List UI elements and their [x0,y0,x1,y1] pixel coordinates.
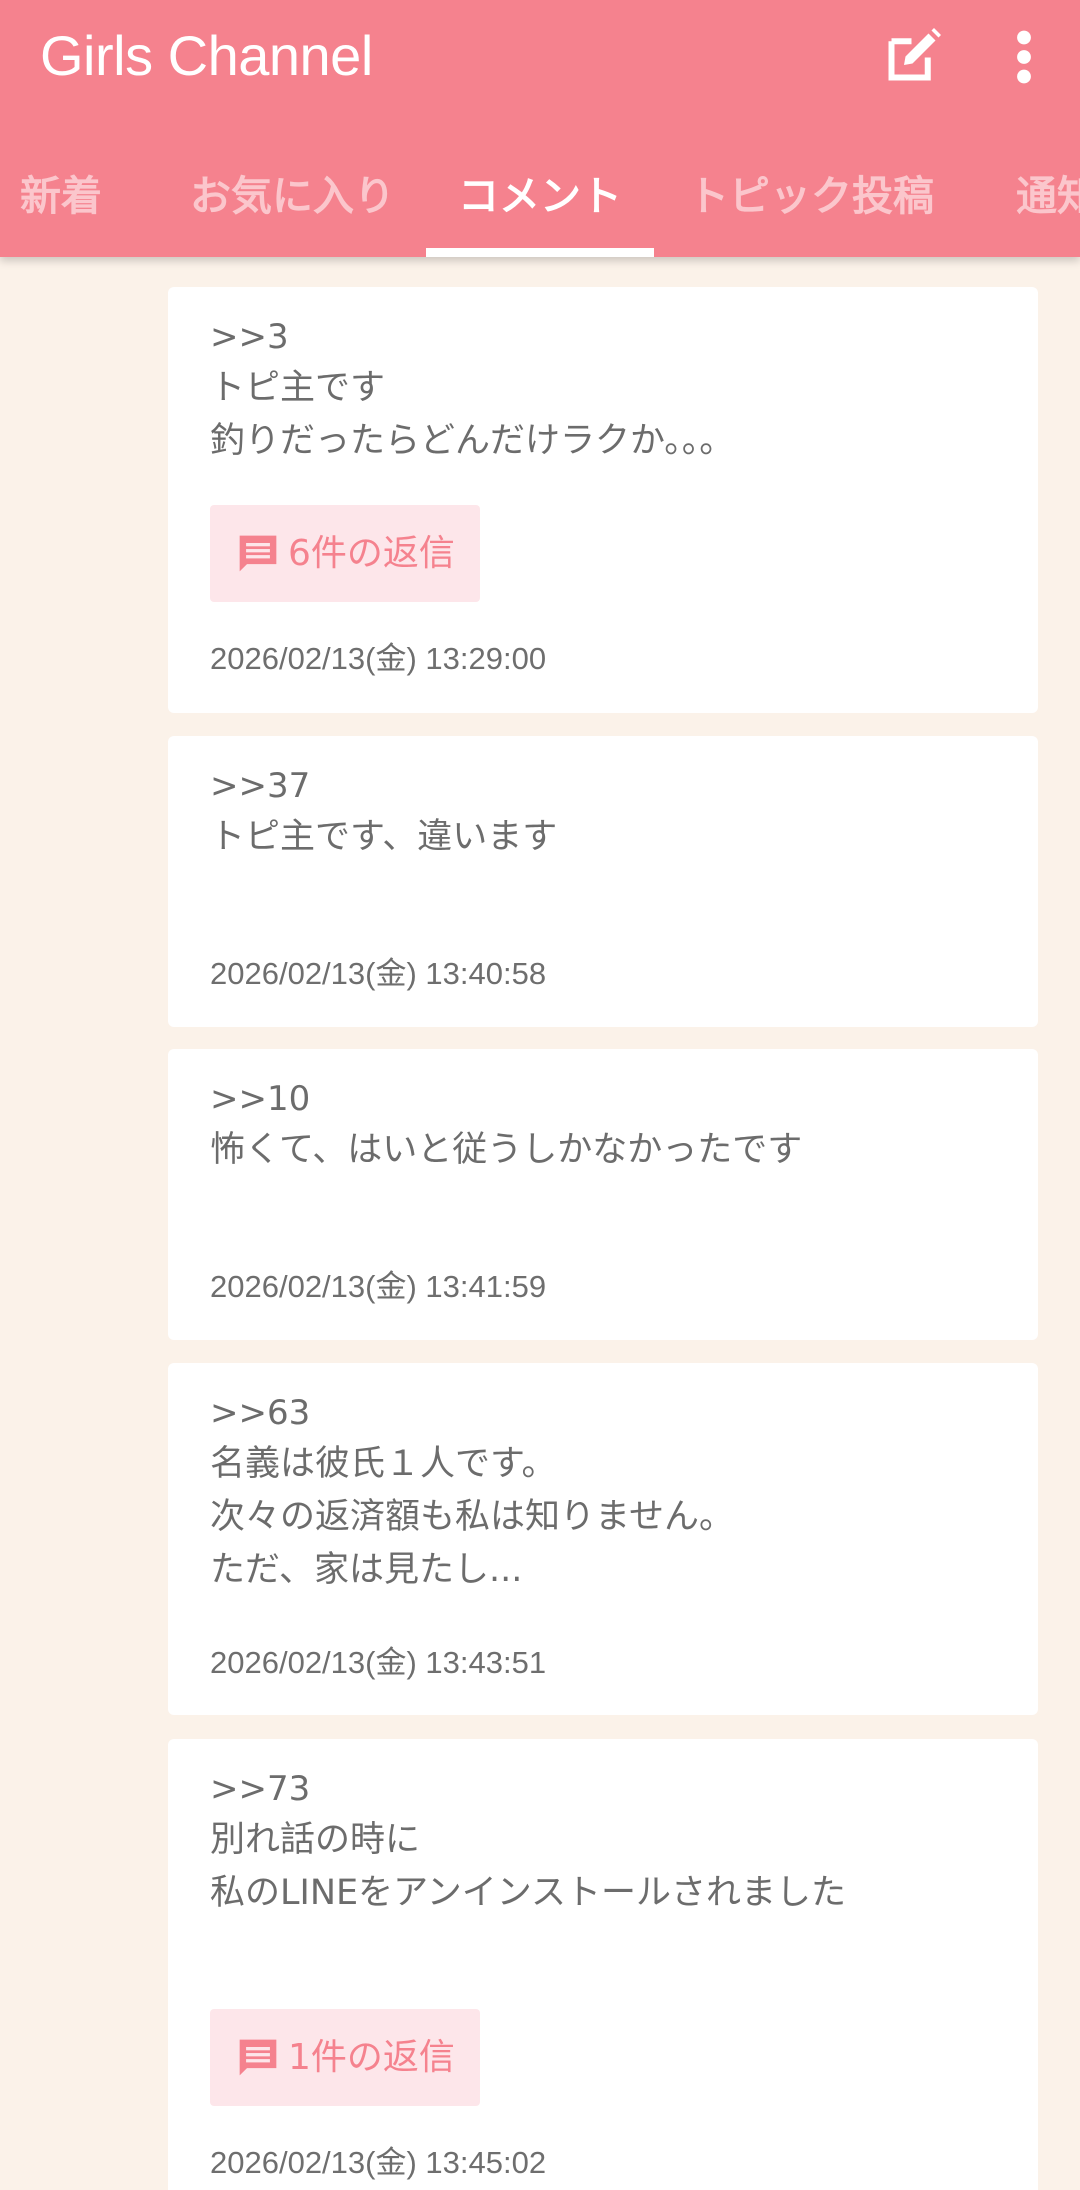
comment-icon [239,2039,277,2076]
app-bar: Girls Channel 新着 お気に入り コメント トピック投稿 通知 [0,0,1080,257]
active-tab-indicator [426,248,654,257]
tab-new[interactable]: 新着 [20,140,102,257]
comment-timestamp: 2026/02/13(金) 13:43:51 [210,1645,547,1680]
comment-card[interactable]: >>10 怖くて、はいと従うしかなかったです 2026/02/13(金) 13:… [168,1049,1038,1340]
comment-card[interactable]: >>3 トピ主です 釣りだったらどんだけラクか。。。 6件の返信 2026/02… [168,287,1038,713]
replies-count-label: 6件の返信 [288,533,455,574]
reply-reference[interactable]: >>73 [210,1763,310,1815]
comment-text-line: 私のLINEをアンインストールされました [210,1873,847,1913]
comment-card[interactable]: >>73 別れ話の時に 私のLINEをアンインストールされました 1件の返信 2… [168,1739,1038,2190]
comment-text-line: 次々の返済額も私は知りません。 [210,1497,734,1537]
tab-favorites[interactable]: お気に入り [190,140,395,257]
comment-timestamp: 2026/02/13(金) 13:29:00 [210,641,547,676]
comment-text-line: 釣りだったらどんだけラクか。。。 [210,421,735,461]
comment-text-line: 怖くて、はいと従うしかなかったです [210,1130,803,1170]
replies-button[interactable]: 6件の返信 [210,505,480,602]
tab-notifications[interactable]: 通知 [1016,140,1080,257]
comment-card[interactable]: >>63 名義は彼氏１人です。 次々の返済額も私は知りません。 ただ、家は見たし… [168,1363,1038,1715]
comment-list[interactable]: >>3 トピ主です 釣りだったらどんだけラクか。。。 6件の返信 2026/02… [0,257,1080,2190]
comment-timestamp: 2026/02/13(金) 13:41:59 [210,1269,547,1304]
app-title: Girls Channel [40,24,373,87]
reply-reference[interactable]: >>10 [210,1073,310,1125]
comment-text-line: 別れ話の時に [210,1820,421,1860]
tab-bar: 新着 お気に入り コメント トピック投稿 通知 [0,140,1080,257]
reply-reference[interactable]: >>3 [210,311,289,363]
comment-text-line: 名義は彼氏１人です。 [210,1444,557,1484]
edit-note-icon[interactable] [884,25,944,85]
comment-text-line: トピ主です [210,368,386,408]
tab-topic-post[interactable]: トピック投稿 [688,140,934,257]
reply-reference[interactable]: >>37 [210,760,310,812]
comment-timestamp: 2026/02/13(金) 13:45:02 [210,2145,547,2180]
replies-button[interactable]: 1件の返信 [210,2009,480,2106]
tab-comments[interactable]: コメント [458,140,622,257]
comment-icon [239,535,277,572]
comment-timestamp: 2026/02/13(金) 13:40:58 [210,956,547,991]
more-vertical-icon[interactable] [1000,27,1048,87]
comment-card[interactable]: >>37 トピ主です、違います 2026/02/13(金) 13:40:58 [168,736,1038,1027]
comment-text-line: トピ主です、違います [210,817,558,857]
reply-reference[interactable]: >>63 [210,1387,310,1439]
comment-text-line: ただ、家は見たし... [210,1550,523,1590]
replies-count-label: 1件の返信 [288,2037,455,2078]
